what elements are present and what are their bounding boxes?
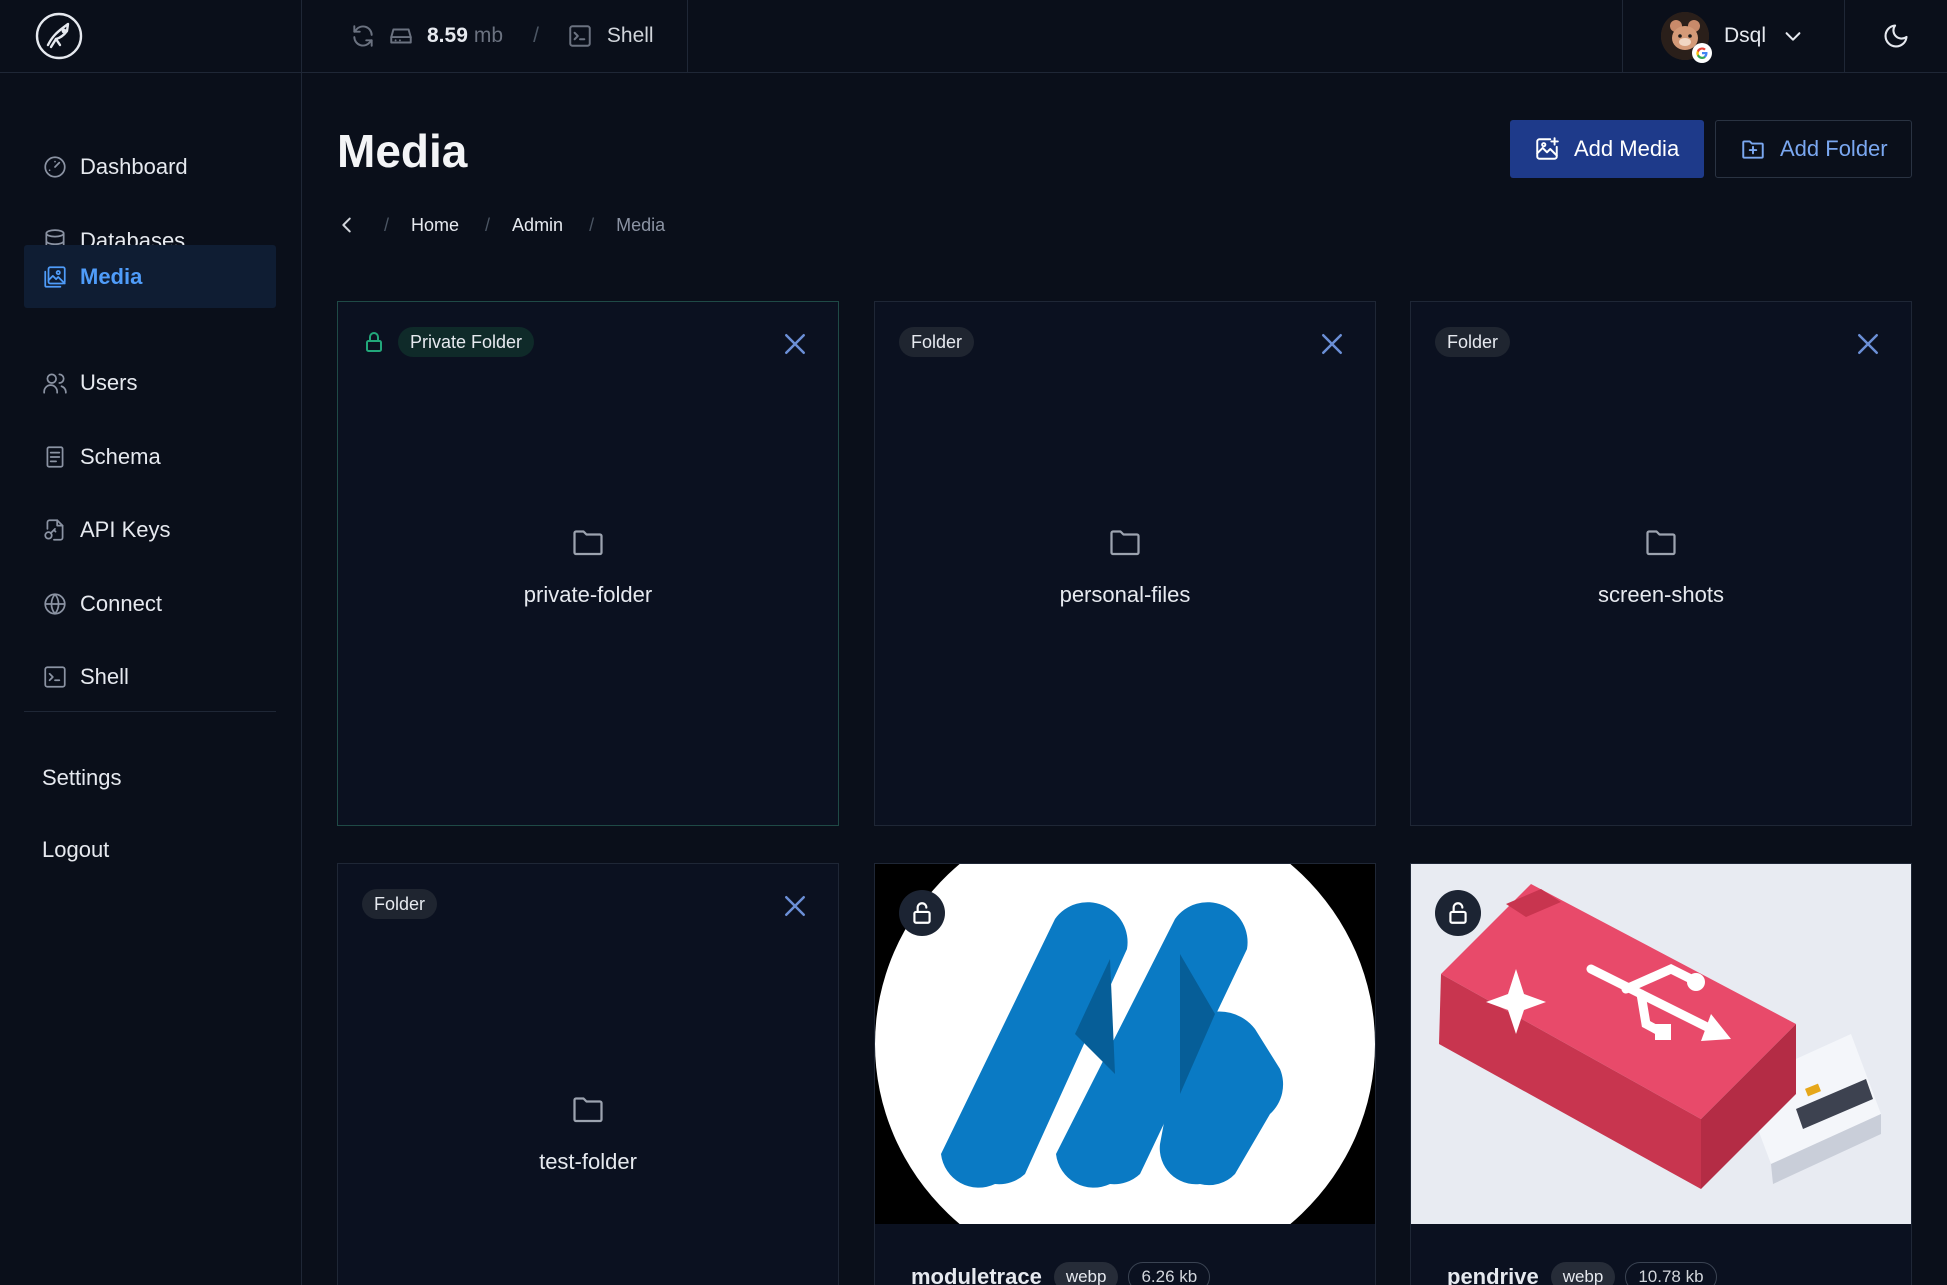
avatar: [1661, 12, 1712, 63]
sidebar-item-label: Schema: [80, 443, 161, 469]
sidebar-item-schema[interactable]: Schema: [24, 425, 276, 488]
page-title: Media: [337, 125, 468, 177]
folder-icon: [1110, 530, 1140, 556]
sidebar-divider: [24, 711, 276, 712]
terminal-icon: [569, 25, 591, 47]
chevron-down-icon[interactable]: [1782, 25, 1804, 47]
sidebar-item-api-keys[interactable]: API Keys: [24, 498, 276, 561]
moon-icon[interactable]: [1882, 22, 1910, 50]
private-folder-badge: Private Folder: [398, 327, 535, 357]
add-media-label: Add Media: [1574, 136, 1680, 161]
folder-icon: [573, 1097, 603, 1123]
theme-toggle[interactable]: [1845, 0, 1947, 72]
logo-cell: [0, 0, 302, 72]
api-keys-icon: [44, 518, 64, 541]
media-name[interactable]: moduletrace: [911, 1264, 1042, 1285]
terminal-icon: [44, 665, 66, 688]
sidebar-item-dashboard[interactable]: Dashboard: [24, 135, 276, 198]
app-logo-icon[interactable]: [34, 11, 84, 61]
file-type-badge: webp: [1053, 1262, 1119, 1285]
google-badge-icon: [1692, 43, 1712, 63]
media-meta: pendrive webp 10.78 kb: [1447, 1262, 1727, 1285]
folder-card-screen-shots[interactable]: Folder screen-shots: [1410, 301, 1912, 826]
unlock-icon: [913, 902, 931, 924]
sidebar-item-label: Media: [80, 263, 143, 289]
user-name: Dsql: [1724, 24, 1767, 47]
sidebar-item-media[interactable]: Media: [24, 245, 276, 308]
add-image-icon: [1536, 137, 1559, 160]
folder-content: personal-files: [875, 524, 1375, 608]
sidebar-item-label: API Keys: [80, 516, 171, 542]
moduletrace-thumbnail[interactable]: [875, 864, 1375, 1224]
close-icon[interactable]: [1853, 329, 1883, 359]
sidebar-item-label: Users: [80, 369, 138, 395]
folder-content: test-folder: [338, 1091, 838, 1175]
schema-icon: [46, 445, 64, 468]
breadcrumb-separator: /: [384, 214, 390, 235]
folder-name: screen-shots: [1598, 582, 1724, 607]
close-icon[interactable]: [1317, 329, 1347, 359]
storage-status: 8.59 mb / Shell: [302, 0, 688, 72]
folder-badge: Folder: [1435, 327, 1511, 357]
folder-icon: [573, 530, 603, 556]
media-card-moduletrace[interactable]: moduletrace webp 6.26 kb: [874, 863, 1376, 1285]
unlock-icon: [1449, 902, 1467, 924]
sidebar-item-label: Dashboard: [80, 153, 188, 179]
refresh-icon[interactable]: [350, 23, 376, 49]
media-card-pendrive[interactable]: pendrive webp 10.78 kb: [1410, 863, 1912, 1285]
pendrive-thumbnail[interactable]: [1411, 864, 1911, 1224]
sidebar: Dashboard Databases Media Users Schema A…: [0, 73, 302, 1285]
dashboard-icon: [44, 155, 66, 178]
media-icon: [44, 265, 66, 288]
media-meta: moduletrace webp 6.26 kb: [911, 1262, 1220, 1285]
breadcrumb-current: Media: [616, 214, 666, 235]
file-size-badge: 10.78 kb: [1625, 1262, 1717, 1285]
breadcrumb-separator: /: [589, 214, 595, 235]
folder-badge: Folder: [899, 327, 975, 357]
unlock-toggle[interactable]: [899, 890, 945, 936]
sidebar-item-users[interactable]: Users: [24, 351, 276, 414]
folder-badge: Folder: [362, 889, 438, 919]
folder-name: private-folder: [523, 582, 653, 607]
hard-drive-icon: [390, 28, 412, 44]
top-shell-link[interactable]: Shell: [607, 24, 654, 48]
add-folder-label: Add Folder: [1780, 136, 1888, 161]
sidebar-item-label: Connect: [80, 590, 162, 616]
user-menu[interactable]: Dsql: [1622, 0, 1845, 72]
sidebar-item-shell[interactable]: Shell: [24, 645, 276, 708]
chevron-left-icon[interactable]: [336, 214, 358, 236]
folder-card-private-folder[interactable]: Private Folder private-folder: [337, 301, 839, 826]
top-separator: /: [533, 24, 539, 47]
globe-icon: [44, 592, 66, 615]
close-icon[interactable]: [780, 891, 810, 921]
add-folder-button[interactable]: Add Folder: [1715, 120, 1912, 178]
folder-name: personal-files: [1059, 582, 1191, 607]
breadcrumb-admin[interactable]: Admin: [512, 215, 563, 236]
sidebar-item-connect[interactable]: Connect: [24, 572, 276, 635]
add-media-button[interactable]: Add Media: [1510, 120, 1704, 178]
sidebar-item-label: Shell: [80, 663, 129, 689]
breadcrumb-separator: /: [485, 214, 491, 235]
lock-icon: [366, 332, 382, 352]
folder-card-test-folder[interactable]: Folder test-folder: [337, 863, 839, 1285]
users-icon: [43, 372, 67, 394]
breadcrumb-home[interactable]: Home: [411, 215, 459, 236]
folder-plus-icon: [1742, 140, 1764, 159]
settings-link[interactable]: Settings: [42, 765, 122, 791]
folder-icon: [1646, 530, 1676, 556]
top-bar: 8.59 mb / Shell Dsql: [0, 0, 1947, 73]
breadcrumb: / Home / Admin / Media: [336, 212, 665, 238]
file-size-badge: 6.26 kb: [1128, 1262, 1211, 1285]
media-name[interactable]: pendrive: [1447, 1264, 1539, 1285]
storage-unit: mb: [473, 24, 504, 47]
logout-link[interactable]: Logout: [42, 837, 109, 863]
file-type-badge: webp: [1550, 1262, 1616, 1285]
close-icon[interactable]: [780, 329, 810, 359]
storage-used-value: 8.59: [427, 24, 468, 47]
folder-name: test-folder: [539, 1149, 637, 1174]
folder-content: screen-shots: [1411, 524, 1911, 608]
folder-content: private-folder: [338, 524, 838, 608]
folder-card-personal-files[interactable]: Folder personal-files: [874, 301, 1376, 826]
unlock-toggle[interactable]: [1435, 890, 1481, 936]
